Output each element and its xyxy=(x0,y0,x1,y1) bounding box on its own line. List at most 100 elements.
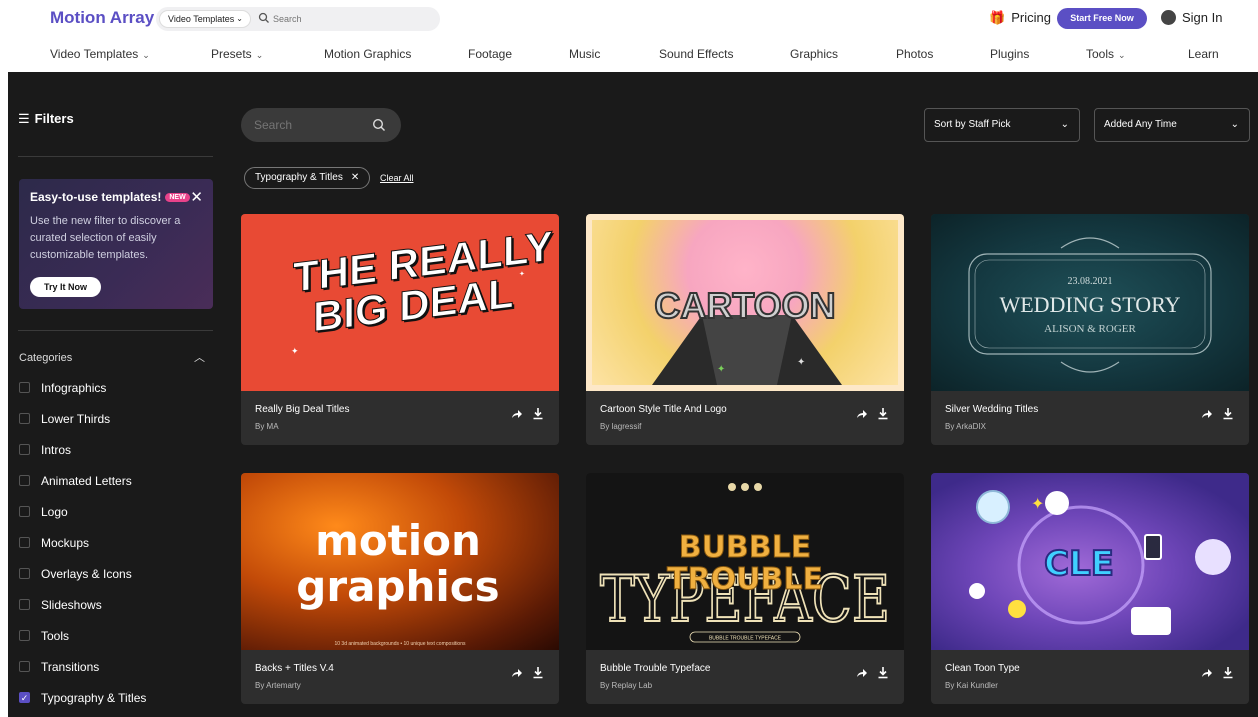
nav-label: Sound Effects xyxy=(659,47,734,61)
category-item[interactable]: Mockups xyxy=(19,533,146,564)
download-icon[interactable] xyxy=(1222,407,1234,420)
category-item[interactable]: Transitions xyxy=(19,657,146,688)
category-label: Lower Thirds xyxy=(41,412,111,426)
checkbox[interactable] xyxy=(19,475,30,486)
close-icon[interactable]: ✕ xyxy=(351,172,359,183)
category-item[interactable]: Overlays & Icons xyxy=(19,564,146,595)
checkbox[interactable] xyxy=(19,413,30,424)
template-card[interactable]: 23.08.2021 WEDDING STORY ALISON & ROGER … xyxy=(931,214,1249,445)
checkbox-checked[interactable]: ✓ xyxy=(19,692,30,703)
search-input[interactable] xyxy=(273,11,423,27)
card-title[interactable]: Cartoon Style Title And Logo xyxy=(600,404,727,415)
share-icon[interactable] xyxy=(856,667,868,679)
main-search[interactable] xyxy=(241,108,401,142)
checkbox[interactable] xyxy=(19,568,30,579)
nav-plugins[interactable]: Plugins xyxy=(990,47,1029,61)
main-search-input[interactable] xyxy=(254,118,364,132)
card-thumbnail[interactable]: CLE ✦ xyxy=(931,473,1249,650)
checkbox[interactable] xyxy=(19,382,30,393)
card-author[interactable]: By Kai Kundler xyxy=(945,681,998,690)
nav-sound-effects[interactable]: Sound Effects xyxy=(659,47,734,61)
checkbox[interactable] xyxy=(19,661,30,672)
filter-icon: ☰ xyxy=(18,111,30,126)
filters-toggle[interactable]: ☰ Filters xyxy=(18,111,74,127)
chevron-up-icon[interactable]: ︿ xyxy=(194,349,205,365)
template-card[interactable]: CLE ✦ Clean Toon Type By Kai Kundler xyxy=(931,473,1249,704)
card-author[interactable]: By Artemarty xyxy=(255,681,301,690)
category-item[interactable]: Lower Thirds xyxy=(19,409,146,440)
nav-tools[interactable]: Tools ⌄ xyxy=(1086,47,1126,61)
share-icon[interactable] xyxy=(511,408,523,420)
category-item[interactable]: Logo xyxy=(19,502,146,533)
start-free-button[interactable]: Start Free Now xyxy=(1057,8,1147,29)
checkbox[interactable] xyxy=(19,630,30,641)
download-icon[interactable] xyxy=(877,407,889,420)
card-author[interactable]: By Replay Lab xyxy=(600,681,652,690)
sort-select[interactable]: Sort by Staff Pick ⌄ xyxy=(924,108,1080,142)
card-title[interactable]: Backs + Titles V.4 xyxy=(255,663,334,674)
clear-all-link[interactable]: Clear All xyxy=(380,173,414,183)
divider xyxy=(18,330,213,331)
download-icon[interactable] xyxy=(532,666,544,679)
card-thumbnail[interactable]: THE REALLY THE REALLY BIG DEAL BIG DEAL … xyxy=(241,214,559,391)
chevron-down-icon: ⌄ xyxy=(1060,119,1069,130)
category-label: Intros xyxy=(41,443,72,457)
card-title[interactable]: Bubble Trouble Typeface xyxy=(600,663,710,674)
card-thumbnail[interactable]: motion graphics 10 3d animated backgroun… xyxy=(241,473,559,650)
card-title[interactable]: Clean Toon Type xyxy=(945,663,1020,674)
category-item[interactable]: Intros xyxy=(19,440,146,471)
star-icon: ✦ xyxy=(797,357,805,368)
category-item[interactable]: Slideshows xyxy=(19,595,146,626)
sign-in-link[interactable]: Sign In xyxy=(1161,10,1222,25)
nav-graphics[interactable]: Graphics xyxy=(790,47,838,61)
nav-photos[interactable]: Photos xyxy=(896,47,933,61)
checkbox[interactable] xyxy=(19,599,30,610)
header-search[interactable]: Video Templates ⌄ xyxy=(156,7,440,31)
active-filter-chip[interactable]: Typography & Titles ✕ xyxy=(244,167,371,189)
template-card[interactable]: THE REALLY THE REALLY BIG DEAL BIG DEAL … xyxy=(241,214,559,445)
search-icon[interactable] xyxy=(372,118,386,132)
thumbnail-art: motion graphics 10 3d animated backgroun… xyxy=(296,516,499,647)
category-item[interactable]: Animated Letters xyxy=(19,471,146,502)
template-card[interactable]: motion graphics 10 3d animated backgroun… xyxy=(241,473,559,704)
checkbox[interactable] xyxy=(19,537,30,548)
category-item[interactable]: ✓ Typography & Titles xyxy=(19,688,146,717)
nav-video-templates[interactable]: Video Templates ⌄ xyxy=(50,47,150,61)
download-icon[interactable] xyxy=(1222,666,1234,679)
template-card[interactable]: CARTOON ✦ ✦ Cartoon Style Title And Logo… xyxy=(586,214,904,445)
nav-learn[interactable]: Learn xyxy=(1188,47,1219,61)
top-bar: Motion Array Video Templates ⌄ 🎁Pricing … xyxy=(0,0,1258,38)
pricing-link[interactable]: 🎁 Pricing xyxy=(989,10,1051,26)
share-icon[interactable] xyxy=(1201,667,1213,679)
template-card[interactable]: TYPEFACE BUBBLE TROUBLE BUBBLE TROUBLE T… xyxy=(586,473,904,704)
nav-music[interactable]: Music xyxy=(569,47,600,61)
close-icon[interactable]: ✕ xyxy=(190,188,203,206)
checkbox[interactable] xyxy=(19,444,30,455)
card-thumbnail[interactable]: 23.08.2021 WEDDING STORY ALISON & ROGER xyxy=(931,214,1249,391)
nav-footage[interactable]: Footage xyxy=(468,47,512,61)
logo[interactable]: Motion Array xyxy=(50,8,154,28)
card-author[interactable]: By MA xyxy=(255,422,279,431)
card-title[interactable]: Silver Wedding Titles xyxy=(945,404,1038,415)
share-icon[interactable] xyxy=(511,667,523,679)
card-author[interactable]: By lagressif xyxy=(600,422,641,431)
nav-presets[interactable]: Presets ⌄ xyxy=(211,47,263,61)
card-author[interactable]: By ArkaDIX xyxy=(945,422,986,431)
download-icon[interactable] xyxy=(532,407,544,420)
card-title[interactable]: Really Big Deal Titles xyxy=(255,404,349,415)
share-icon[interactable] xyxy=(1201,408,1213,420)
time-filter-select[interactable]: Added Any Time ⌄ xyxy=(1094,108,1250,142)
search-type-select[interactable]: Video Templates ⌄ xyxy=(159,10,251,28)
nav-motion-graphics[interactable]: Motion Graphics xyxy=(324,47,411,61)
thumbnail-art: THE REALLY THE REALLY BIG DEAL BIG DEAL … xyxy=(291,222,555,356)
download-icon[interactable] xyxy=(877,666,889,679)
card-thumbnail[interactable]: CARTOON ✦ ✦ xyxy=(586,214,904,391)
checkbox[interactable] xyxy=(19,506,30,517)
promo-title: Easy-to-use templates! NEW xyxy=(30,190,202,204)
nav-label: Presets xyxy=(211,47,252,61)
card-thumbnail[interactable]: TYPEFACE BUBBLE TROUBLE BUBBLE TROUBLE T… xyxy=(586,473,904,650)
category-item[interactable]: Infographics xyxy=(19,378,146,409)
share-icon[interactable] xyxy=(856,408,868,420)
category-item[interactable]: Tools xyxy=(19,626,146,657)
try-it-now-button[interactable]: Try It Now xyxy=(30,277,101,297)
